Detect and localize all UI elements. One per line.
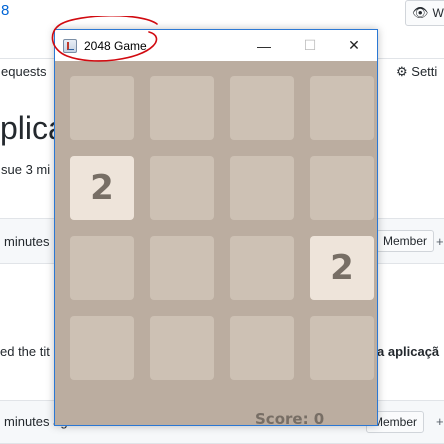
issue-meta: sue 3 mi	[1, 162, 51, 177]
tile-2: 2	[70, 156, 134, 220]
gear-icon: ⚙	[396, 64, 408, 79]
close-button[interactable]: ✕	[331, 30, 377, 61]
background-link-fragment[interactable]: 8	[1, 2, 9, 19]
empty-tile	[70, 316, 134, 380]
comment-time-1[interactable]: minutes	[4, 234, 50, 249]
empty-tile	[70, 76, 134, 140]
empty-tile	[150, 236, 214, 300]
watch-button-label: W	[432, 6, 444, 20]
empty-tile	[230, 156, 294, 220]
empty-tile	[150, 316, 214, 380]
member-badge-1: Member	[376, 230, 435, 252]
empty-tile	[150, 156, 214, 220]
score-label: Score: 0	[255, 410, 325, 428]
empty-tile	[310, 316, 374, 380]
renamed-title-text: a aplicaçã	[377, 344, 440, 359]
empty-tile	[230, 76, 294, 140]
eye-icon: 👁	[412, 5, 429, 20]
empty-tile	[230, 236, 294, 300]
add-reaction-icon-2[interactable]: +	[436, 414, 444, 429]
empty-tile	[70, 236, 134, 300]
empty-tile	[230, 316, 294, 380]
empty-tile	[310, 76, 374, 140]
maximize-button[interactable]: ☐	[287, 30, 333, 61]
add-reaction-icon-1[interactable]: +	[436, 234, 444, 249]
red-circle-annotation	[51, 16, 158, 62]
empty-tile	[150, 76, 214, 140]
empty-tile	[310, 156, 374, 220]
game-window: 2048 Game — ☐ ✕ 22 Score: 0	[51, 16, 378, 428]
minimize-button[interactable]: —	[241, 30, 287, 61]
tab-settings-label: Setti	[411, 64, 438, 79]
watch-button[interactable]: 👁 W	[405, 0, 444, 26]
tile-2: 2	[310, 236, 374, 300]
tab-settings[interactable]: ⚙ Setti	[396, 64, 437, 80]
window-titlebar[interactable]: 2048 Game — ☐ ✕	[51, 16, 377, 62]
tab-pull-requests[interactable]: equests	[1, 64, 47, 79]
game-board[interactable]: 22	[55, 61, 377, 425]
renamed-event-text: ed the tit	[0, 344, 50, 359]
